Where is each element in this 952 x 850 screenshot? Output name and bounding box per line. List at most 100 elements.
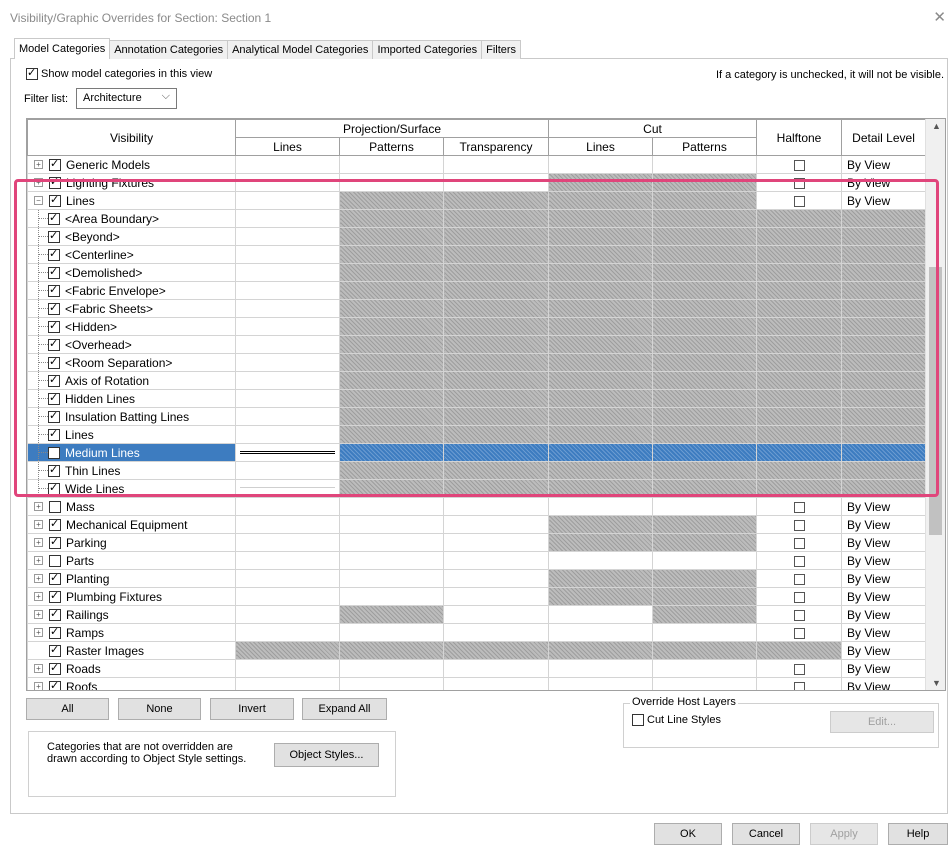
visibility-checkbox[interactable] [49, 554, 61, 567]
halftone-checkbox[interactable] [793, 177, 805, 189]
detail-level-cell[interactable]: By View [841, 497, 927, 516]
override-cell-cut-lines[interactable] [548, 299, 654, 318]
expand-all-button[interactable]: Expand All [302, 698, 387, 720]
override-cell-transparency[interactable] [442, 173, 550, 192]
override-cell-cut-patterns[interactable] [652, 641, 758, 660]
expand-icon[interactable]: + [34, 502, 43, 511]
override-cell-transparency[interactable] [442, 263, 550, 282]
tab-model-categories[interactable]: Model Categories [14, 38, 111, 59]
override-cell-patterns[interactable] [339, 443, 444, 462]
override-cell-transparency[interactable] [442, 407, 550, 426]
override-cell-cut-patterns[interactable] [652, 371, 758, 390]
override-cell-cut-patterns[interactable] [652, 587, 758, 606]
override-cell-cut-lines[interactable] [548, 317, 654, 336]
visibility-checkbox[interactable] [48, 373, 60, 387]
category-cell[interactable]: − Lines [27, 191, 236, 210]
detail-level-cell[interactable]: By View [841, 515, 927, 534]
ok-button[interactable]: OK [654, 823, 722, 845]
category-cell[interactable]: <Demolished> [27, 263, 236, 282]
detail-level-cell[interactable]: By View [841, 533, 927, 552]
category-cell[interactable]: <Beyond> [27, 227, 236, 246]
override-cell-patterns[interactable] [339, 641, 444, 660]
override-cell-lines[interactable] [235, 335, 340, 354]
halftone-checkbox[interactable] [793, 627, 805, 639]
override-cell-lines[interactable] [235, 263, 340, 282]
table-row[interactable]: Axis of Rotation [27, 371, 927, 390]
table-row[interactable]: Hidden Lines [27, 389, 927, 408]
table-row[interactable]: + Parking By View [27, 533, 927, 552]
visibility-checkbox[interactable] [49, 643, 61, 657]
cut-line-styles-checkbox[interactable] [632, 714, 644, 726]
visibility-checkbox[interactable] [49, 500, 61, 513]
category-cell[interactable]: Raster Images [27, 641, 236, 660]
detail-level-cell[interactable]: By View [841, 551, 927, 570]
halftone-cell[interactable] [756, 479, 843, 498]
override-cell-cut-patterns[interactable] [652, 407, 758, 426]
override-cell-patterns[interactable] [339, 659, 444, 678]
override-cell-patterns[interactable] [339, 623, 444, 642]
override-cell-patterns[interactable] [339, 569, 444, 588]
halftone-cell[interactable] [756, 227, 843, 246]
expand-icon[interactable]: + [34, 574, 43, 583]
override-cell-lines[interactable] [235, 245, 340, 264]
override-cell-transparency[interactable] [442, 461, 550, 480]
halftone-cell[interactable] [756, 497, 843, 516]
override-cell-patterns[interactable] [339, 515, 444, 534]
edit-button[interactable]: Edit... [830, 711, 934, 733]
override-cell-cut-lines[interactable] [548, 353, 654, 372]
category-cell[interactable]: + Parking [27, 533, 236, 552]
visibility-checkbox[interactable] [49, 679, 61, 690]
override-cell-cut-patterns[interactable] [652, 173, 758, 192]
detail-level-cell[interactable]: By View [841, 623, 927, 642]
halftone-checkbox[interactable] [793, 573, 805, 585]
collapse-icon[interactable]: − [34, 196, 43, 205]
visibility-checkbox[interactable] [49, 661, 61, 675]
override-cell-transparency[interactable] [442, 587, 550, 606]
table-row[interactable]: + Generic Models By View [27, 155, 927, 174]
detail-level-cell[interactable] [841, 479, 927, 498]
override-cell-cut-patterns[interactable] [652, 281, 758, 300]
detail-level-cell[interactable]: By View [841, 569, 927, 588]
visibility-checkbox[interactable] [48, 427, 60, 441]
override-cell-cut-patterns[interactable] [652, 227, 758, 246]
override-cell-cut-lines[interactable] [548, 173, 654, 192]
override-cell-patterns[interactable] [339, 389, 444, 408]
table-row[interactable]: Lines [27, 425, 927, 444]
override-cell-lines[interactable] [235, 299, 340, 318]
override-cell-cut-patterns[interactable] [652, 461, 758, 480]
override-cell-cut-patterns[interactable] [652, 155, 758, 174]
detail-level-cell[interactable] [841, 353, 927, 372]
override-cell-cut-patterns[interactable] [652, 605, 758, 624]
detail-level-cell[interactable] [841, 335, 927, 354]
override-cell-cut-lines[interactable] [548, 335, 654, 354]
halftone-cell[interactable] [756, 389, 843, 408]
override-cell-cut-patterns[interactable] [652, 443, 758, 462]
override-cell-patterns[interactable] [339, 281, 444, 300]
override-cell-transparency[interactable] [442, 353, 550, 372]
detail-level-cell[interactable] [841, 263, 927, 282]
override-cell-cut-lines[interactable] [548, 443, 654, 462]
halftone-cell[interactable] [756, 209, 843, 228]
table-row[interactable]: <Demolished> [27, 263, 927, 282]
override-cell-lines[interactable] [235, 677, 340, 690]
halftone-cell[interactable] [756, 443, 843, 462]
detail-level-cell[interactable]: By View [841, 677, 927, 690]
override-cell-patterns[interactable] [339, 551, 444, 570]
override-cell-lines[interactable] [235, 371, 340, 390]
visibility-checkbox[interactable] [48, 247, 60, 261]
halftone-checkbox[interactable] [793, 519, 805, 531]
cut-line-styles-option[interactable]: Cut Line Styles [632, 714, 721, 726]
table-row[interactable]: + Plumbing Fixtures By View [27, 587, 927, 606]
table-row[interactable]: + Ramps By View [27, 623, 927, 642]
visibility-checkbox[interactable] [48, 283, 60, 297]
category-cell[interactable]: <Room Separation> [27, 353, 236, 372]
halftone-cell[interactable] [756, 677, 843, 690]
detail-level-cell[interactable] [841, 425, 927, 444]
table-row[interactable]: + Railings By View [27, 605, 927, 624]
detail-level-cell[interactable] [841, 443, 927, 462]
category-cell[interactable]: + Parts [27, 551, 236, 570]
table-row[interactable]: Wide Lines [27, 479, 927, 498]
override-cell-patterns[interactable] [339, 371, 444, 390]
visibility-checkbox[interactable] [48, 265, 60, 279]
none-button[interactable]: None [118, 698, 201, 720]
